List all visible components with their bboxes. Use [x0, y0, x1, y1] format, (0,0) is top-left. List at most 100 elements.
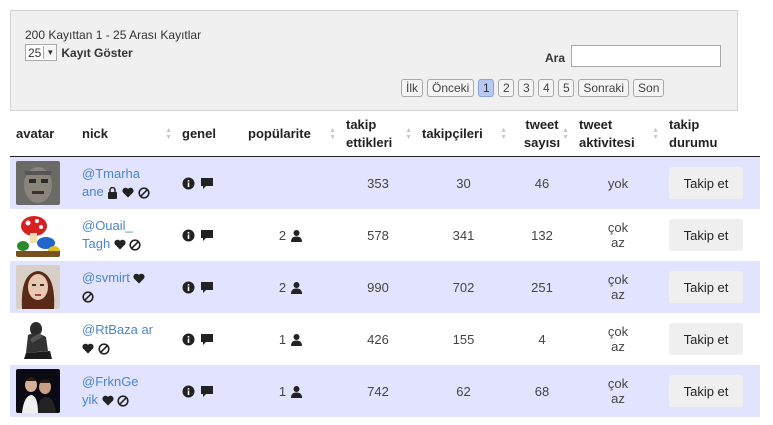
populerite-cell: 1	[242, 313, 340, 365]
sort-icon: ▲ ▼	[652, 127, 659, 141]
nick-link[interactable]: @svmirt	[82, 270, 130, 285]
takip-durumu-cell: Takip et	[663, 365, 760, 417]
genel-cell	[176, 261, 242, 313]
table-toolbar: 200 Kayıttan 1 - 25 Arası Kayıtlar 25 ▼ …	[10, 10, 738, 111]
takip-ettikleri-cell: 353	[340, 156, 416, 209]
takip-ettikleri-cell: 578	[340, 209, 416, 261]
info-icon[interactable]	[182, 333, 195, 346]
col-header-takip-ettikleri[interactable]: takip ettikleri ▲ ▼	[340, 112, 416, 157]
genel-cell	[176, 313, 242, 365]
next-page-button[interactable]: Sonraki	[578, 79, 630, 97]
first-page-button[interactable]: İlk	[401, 79, 423, 97]
takip-ettikleri-cell: 990	[340, 261, 416, 313]
ban-icon[interactable]	[82, 290, 94, 303]
heart-icon[interactable]	[114, 239, 126, 250]
tweet-sayisi-cell: 4	[511, 313, 573, 365]
col-header-takipcileri[interactable]: takipçileri ▲ ▼	[416, 112, 511, 157]
heart-icon[interactable]	[122, 187, 134, 198]
takip-durumu-cell: Takip et	[663, 313, 760, 365]
heart-icon[interactable]	[82, 343, 94, 354]
populerite-cell: 2	[242, 209, 340, 261]
col-header-populerite[interactable]: popülarite ▲ ▼	[242, 112, 340, 157]
follow-button[interactable]: Takip et	[669, 323, 743, 355]
takip-ettikleri-cell: 426	[340, 313, 416, 365]
follow-button[interactable]: Takip et	[669, 219, 743, 251]
page-3-button[interactable]: 3	[518, 79, 535, 97]
user-icon	[291, 229, 303, 242]
info-icon[interactable]	[182, 281, 195, 294]
populerite-cell: 1	[242, 365, 340, 417]
avatar-cell	[10, 365, 76, 417]
tweet-aktivitesi-cell: yok	[573, 156, 663, 209]
follow-button[interactable]: Takip et	[669, 167, 743, 199]
avatar[interactable]	[16, 369, 60, 413]
tweet-sayisi-cell: 46	[511, 156, 573, 209]
tweet-sayisi-cell: 68	[511, 365, 573, 417]
sort-icon: ▲ ▼	[405, 127, 412, 141]
sort-icon: ▲ ▼	[165, 127, 172, 141]
page-5-button[interactable]: 5	[558, 79, 575, 97]
info-icon[interactable]	[182, 177, 195, 190]
nick-link[interactable]: @RtBaza ar	[82, 322, 153, 337]
avatar[interactable]	[16, 213, 60, 257]
tweet-sayisi-cell: 251	[511, 261, 573, 313]
ban-icon[interactable]	[129, 238, 142, 251]
populerite-cell	[242, 156, 340, 209]
takipcileri-cell: 341	[416, 209, 511, 261]
tweet-sayisi-cell: 132	[511, 209, 573, 261]
page-2-button[interactable]: 2	[498, 79, 515, 97]
avatar[interactable]	[16, 161, 60, 205]
populerite-cell: 2	[242, 261, 340, 313]
info-icon[interactable]	[182, 385, 195, 398]
nick-cell: @svmirt	[76, 261, 176, 313]
user-icon	[291, 333, 303, 346]
ban-icon[interactable]	[137, 186, 150, 199]
avatar[interactable]	[16, 265, 60, 309]
genel-cell	[176, 156, 242, 209]
page-1-button[interactable]: 1	[478, 79, 495, 97]
takip-durumu-cell: Takip et	[663, 261, 760, 313]
tweet-aktivitesi-cell: çok az	[573, 261, 663, 313]
avatar-cell	[10, 156, 76, 209]
page-4-button[interactable]: 4	[538, 79, 555, 97]
col-header-nick[interactable]: nick ▲ ▼	[76, 112, 176, 157]
col-header-genel: genel	[176, 112, 242, 157]
prev-page-button[interactable]: Önceki	[427, 79, 475, 97]
col-header-tweet-aktivitesi[interactable]: tweet aktivitesi ▲ ▼	[573, 112, 663, 157]
nick-cell: @Ouail_ Tagh	[76, 209, 176, 261]
comment-icon[interactable]	[200, 281, 214, 294]
heart-icon[interactable]	[133, 273, 146, 284]
nick-link[interactable]: @Ouail_ Tagh	[82, 218, 133, 251]
follow-button[interactable]: Takip et	[669, 375, 743, 407]
nick-cell: @Tmarha ane	[76, 156, 176, 209]
search-input[interactable]	[571, 45, 721, 67]
user-icon	[291, 281, 303, 294]
ban-icon[interactable]	[117, 394, 129, 407]
heart-icon[interactable]	[101, 395, 114, 406]
page-length-control: 25 ▼ Kayıt Göster	[25, 44, 133, 61]
col-header-tweet-sayisi[interactable]: tweet sayısı ▲ ▼	[511, 112, 573, 157]
takipcileri-cell: 62	[416, 365, 511, 417]
page-length-select[interactable]: 25 ▼	[25, 44, 58, 61]
genel-cell	[176, 209, 242, 261]
comment-icon[interactable]	[200, 177, 214, 190]
nick-cell: @RtBaza ar	[76, 313, 176, 365]
follow-button[interactable]: Takip et	[669, 271, 743, 303]
takipcileri-cell: 702	[416, 261, 511, 313]
info-icon[interactable]	[182, 229, 195, 242]
avatar[interactable]	[16, 317, 60, 361]
sort-icon: ▲ ▼	[500, 127, 507, 141]
table-header-row: avatar nick ▲ ▼ genel popülarite ▲ ▼ takip et…	[10, 112, 760, 157]
comment-icon[interactable]	[200, 385, 214, 398]
table-row: @FrknGe yik 1 742 62 68 çok az Takip et	[10, 365, 760, 417]
ban-icon[interactable]	[98, 342, 110, 355]
table-row: @svmirt 2 990 702 251 çok az Takip et	[10, 261, 760, 313]
table-row: @Tmarha ane 353 30 46 yok Takip et	[10, 156, 760, 209]
avatar-cell	[10, 209, 76, 261]
last-page-button[interactable]: Son	[633, 79, 665, 97]
tweet-aktivitesi-cell: çok az	[573, 365, 663, 417]
records-info: 200 Kayıttan 1 - 25 Arası Kayıtlar	[25, 28, 202, 42]
comment-icon[interactable]	[200, 229, 214, 242]
nick-cell: @FrknGe yik	[76, 365, 176, 417]
comment-icon[interactable]	[200, 333, 214, 346]
